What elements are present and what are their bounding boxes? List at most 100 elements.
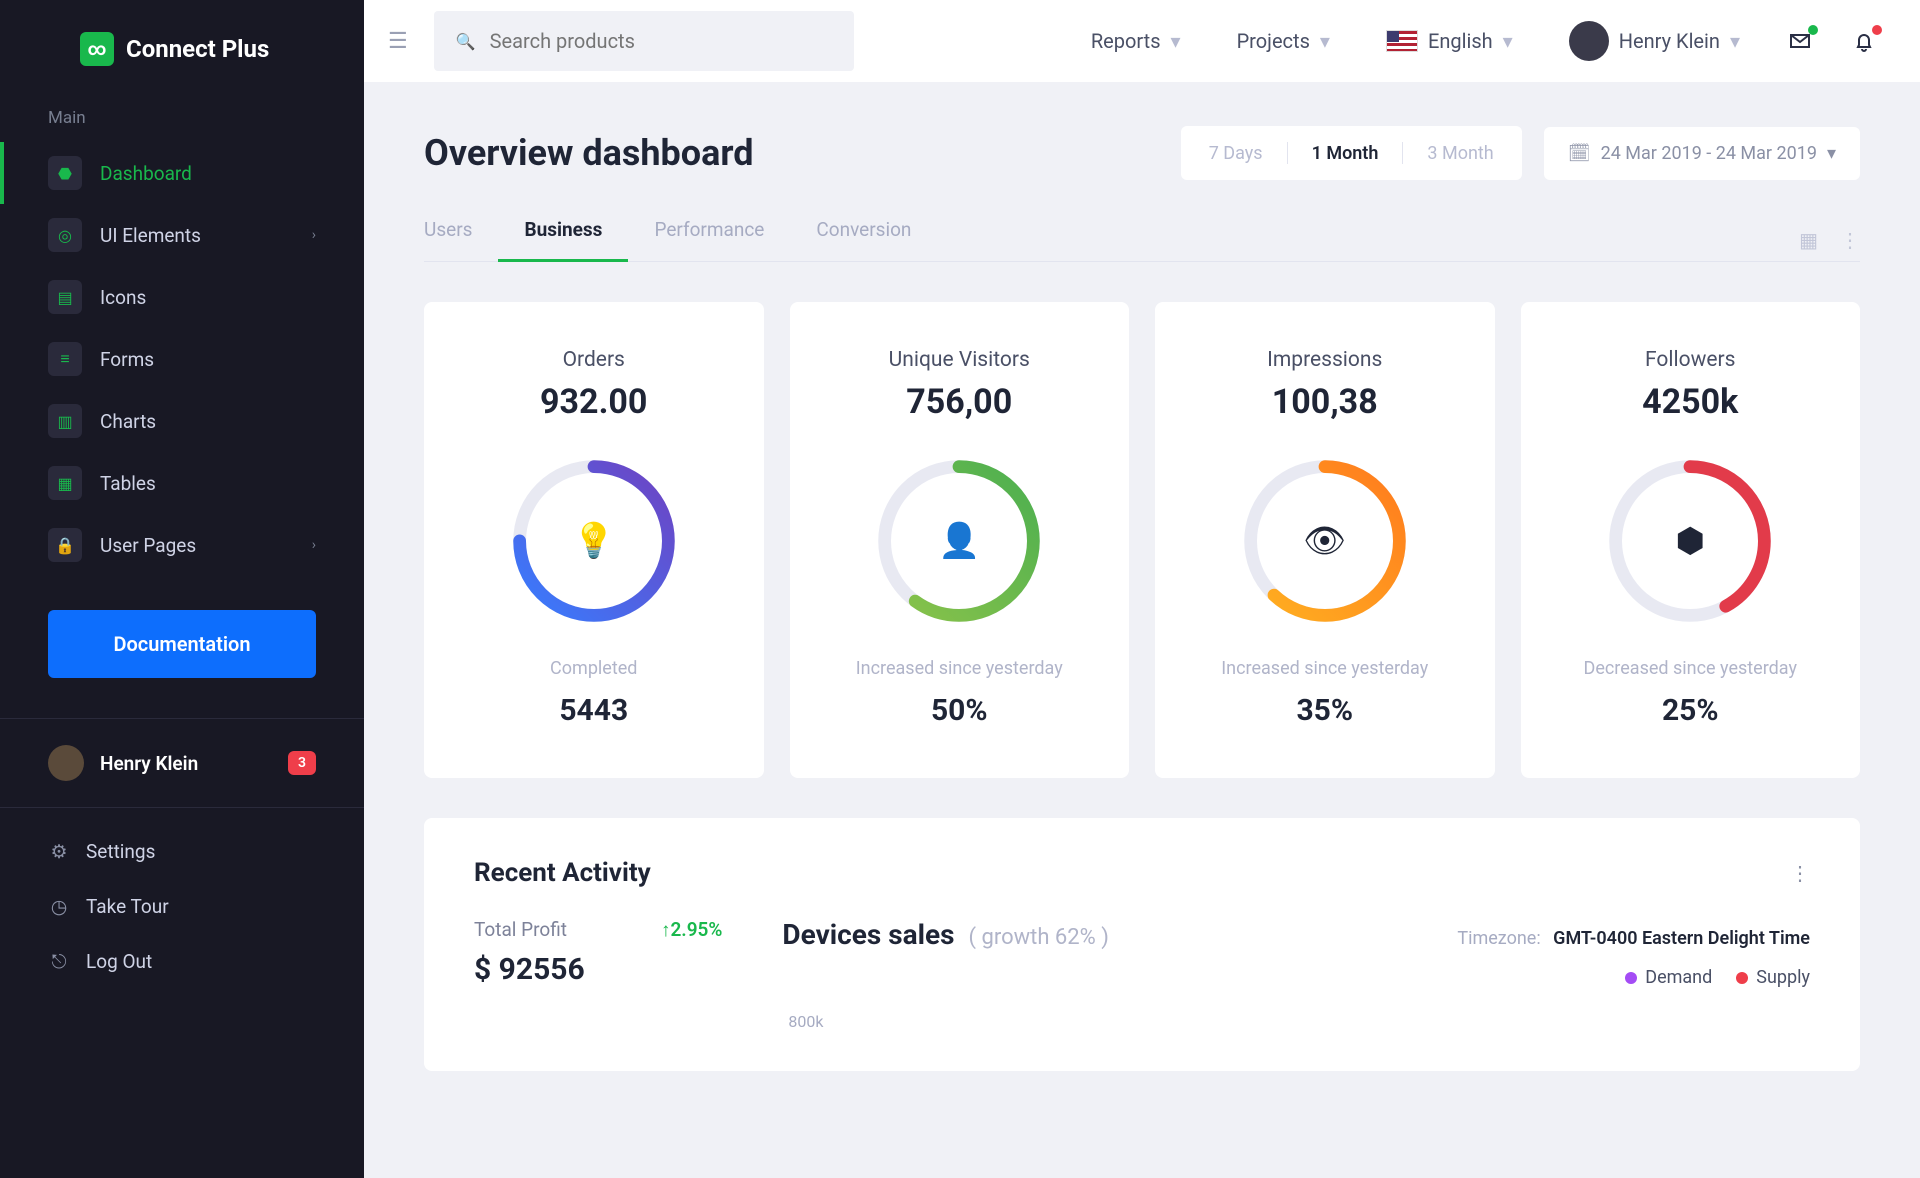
sidebar-item-tables[interactable]: ▦ Tables [0,452,364,514]
gauge-icon: ◷ [48,895,70,918]
period-option-3month[interactable]: 3 Month [1427,143,1493,164]
stat-cards: Orders 932.00 💡 Completed 5443 Unique Vi… [424,302,1860,778]
card-subvalue: 50% [820,693,1100,728]
card-value: 4250k [1551,382,1831,422]
mail-button[interactable] [1778,27,1822,55]
more-vertical-icon[interactable]: ⋮ [1840,228,1860,252]
chevron-down-icon: ▾ [1730,29,1740,53]
card-subvalue: 25% [1551,693,1831,728]
period-option-7days[interactable]: 7 Days [1209,143,1263,164]
sidebar-item-label: User Pages [100,534,196,557]
tab-conversion[interactable]: Conversion [790,218,937,261]
avatar [1569,21,1609,61]
brand-logo-icon: ∞ [80,32,114,66]
reports-dropdown[interactable]: Reports ▾ [1073,29,1199,53]
chevron-down-icon: ▾ [1503,29,1513,53]
date-range-label: 24 Mar 2019 - 24 Mar 2019 [1601,143,1817,164]
tab-users[interactable]: Users [424,218,498,261]
profit-change: ↑2.95% [661,918,722,941]
tabs: Users Business Performance Conversion ▦ … [424,218,1860,262]
card-icon: ⬢ [1605,456,1775,626]
notification-badge: 3 [288,751,316,775]
card-subvalue: 5443 [454,693,734,728]
logout-icon: ⎋ [48,950,70,973]
more-vertical-icon[interactable]: ⋮ [1790,861,1810,885]
sidebar-item-label: Icons [100,286,146,309]
devices-sales-block: Devices sales ( growth 62% ) Timezone: G… [782,918,1810,1031]
save-icon: ▤ [48,280,82,314]
sidebar-item-label: Charts [100,410,156,433]
brand[interactable]: ∞ Connect Plus [0,0,364,96]
progress-ring: 💡 [509,456,679,626]
divider [1402,142,1403,164]
sidebar-item-icons[interactable]: ▤ Icons [0,266,364,328]
sidebar-profile[interactable]: Henry Klein 3 [0,718,364,808]
documentation-button[interactable]: Documentation [48,610,316,678]
stat-card: Impressions 100,38 👁 Increased since yes… [1155,302,1495,778]
flag-usa-icon [1386,30,1418,52]
chevron-down-icon: ▾ [1171,29,1181,53]
card-value: 100,38 [1185,382,1465,422]
sidebar-item-taketour[interactable]: ◷ Take Tour [48,881,316,932]
sidebar-item-label: Take Tour [86,895,169,918]
sidebar-item-charts[interactable]: ▥ Charts [0,390,364,452]
list-icon: ≡ [48,342,82,376]
date-range-picker[interactable]: 🗓 24 Mar 2019 - 24 Mar 2019 ▾ [1544,127,1860,180]
sidebar-item-userpages[interactable]: 🔒 User Pages › [0,514,364,576]
period-option-1month[interactable]: 1 Month [1312,143,1379,164]
search-box[interactable]: 🔍 [434,11,854,71]
y-axis-tick: 800k [788,1012,1810,1031]
menu-toggle-icon[interactable]: ☰ [382,23,414,60]
stat-card: Followers 4250k ⬢ Decreased since yester… [1521,302,1861,778]
sidebar-item-forms[interactable]: ≡ Forms [0,328,364,390]
card-subtitle: Increased since yesterday [1185,658,1465,679]
timezone-value: GMT-0400 Eastern Delight Time [1553,928,1810,949]
target-icon: ◎ [48,218,82,252]
brand-name: Connect Plus [126,35,269,63]
notifications-button[interactable] [1842,27,1886,55]
chart-icon: ▥ [48,404,82,438]
sidebar-item-uielements[interactable]: ◎ UI Elements › [0,204,364,266]
table-icon: ▦ [48,466,82,500]
sidebar-item-label: Log Out [86,950,152,973]
cube-icon: ⬣ [48,156,82,190]
sidebar-item-logout[interactable]: ⎋ Log Out [48,936,316,987]
search-input[interactable] [490,29,832,53]
sidebar-item-label: UI Elements [100,224,201,247]
sidebar-item-dashboard[interactable]: ⬣ Dashboard [0,142,364,204]
sidebar-item-label: Dashboard [100,162,192,185]
language-label: English [1428,29,1493,53]
period-selector: 7 Days 1 Month 3 Month [1181,126,1522,180]
tab-business[interactable]: Business [498,218,628,261]
language-dropdown[interactable]: English ▾ [1368,29,1531,53]
progress-ring: 👁 [1240,456,1410,626]
grid-view-icon[interactable]: ▦ [1799,228,1818,252]
divider [1287,142,1288,164]
user-dropdown[interactable]: Henry Klein ▾ [1551,21,1758,61]
recent-activity-card: Recent Activity ⋮ Total Profit ↑2.95% $ … [424,818,1860,1071]
sidebar: ∞ Connect Plus Main ⬣ Dashboard ◎ UI Ele… [0,0,364,1178]
sidebar-section-label: Main [0,96,364,142]
timezone-label: Timezone: [1457,928,1540,949]
projects-dropdown[interactable]: Projects ▾ [1219,29,1348,53]
search-icon: 🔍 [456,32,476,51]
card-icon: 👁 [1240,456,1410,626]
tab-performance[interactable]: Performance [628,218,790,261]
stat-card: Orders 932.00 💡 Completed 5443 [424,302,764,778]
sidebar-nav: ⬣ Dashboard ◎ UI Elements › ▤ Icons ≡ Fo… [0,142,364,576]
progress-ring: ⬢ [1605,456,1775,626]
top-link-label: Reports [1091,29,1161,53]
gear-icon: ⚙ [48,840,70,863]
profile-name: Henry Klein [100,752,198,775]
card-subtitle: Completed [454,658,734,679]
sidebar-item-label: Settings [86,840,155,863]
sidebar-item-settings[interactable]: ⚙ Settings [48,826,316,877]
card-subtitle: Decreased since yesterday [1551,658,1831,679]
stat-card: Unique Visitors 756,00 👤 Increased since… [790,302,1130,778]
card-title: Impressions [1185,348,1465,372]
progress-ring: 👤 [874,456,1044,626]
sidebar-item-label: Tables [100,472,156,495]
profit-value: $ 92556 [474,952,722,987]
card-value: 756,00 [820,382,1100,422]
profit-label: Total Profit [474,918,567,941]
